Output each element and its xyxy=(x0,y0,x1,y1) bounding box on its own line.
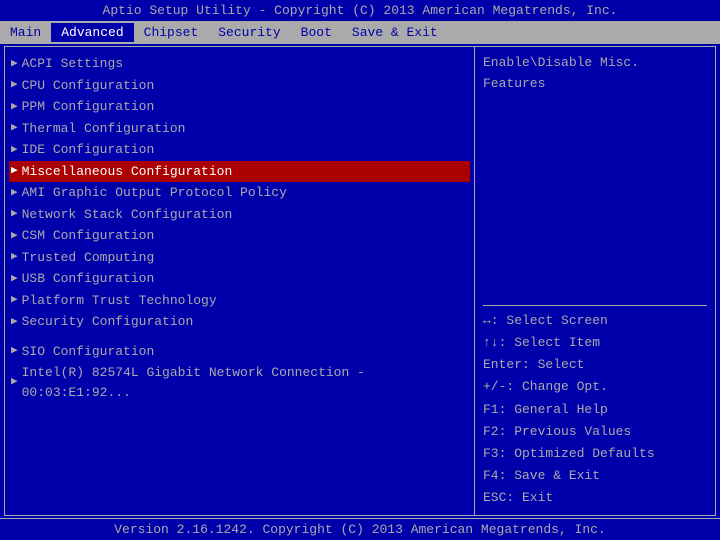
menu-entry[interactable]: ▶CPU Configuration xyxy=(9,75,470,97)
menu-entry[interactable]: ▶IDE Configuration xyxy=(9,139,470,161)
menu-entry[interactable]: ▶PPM Configuration xyxy=(9,96,470,118)
left-panel: ▶ACPI Settings▶CPU Configuration▶PPM Con… xyxy=(5,47,475,515)
menu-item-advanced[interactable]: Advanced xyxy=(51,23,133,42)
arrow-icon: ▶ xyxy=(11,56,18,73)
key-help-line: ↔: Select Screen xyxy=(483,310,707,332)
title-text: Aptio Setup Utility - Copyright (C) 2013… xyxy=(103,3,618,18)
arrow-icon: ▶ xyxy=(11,314,18,331)
right-panel: Enable\Disable Misc. Features ↔: Select … xyxy=(475,47,715,515)
arrow-icon: ▶ xyxy=(11,249,18,266)
arrow-icon: ▶ xyxy=(11,185,18,202)
entry-label: PPM Configuration xyxy=(22,97,155,117)
menu-bar: MainAdvancedChipsetSecurityBootSave & Ex… xyxy=(0,21,720,44)
menu-item-save--exit[interactable]: Save & Exit xyxy=(342,23,448,42)
arrow-icon: ▶ xyxy=(11,77,18,94)
menu-item-chipset[interactable]: Chipset xyxy=(134,23,209,42)
entry-label: Intel(R) 82574L Gigabit Network Connecti… xyxy=(22,363,468,402)
key-help-line: ↑↓: Select Item xyxy=(483,332,707,354)
entry-label: Network Stack Configuration xyxy=(22,205,233,225)
menu-entry[interactable]: ▶Intel(R) 82574L Gigabit Network Connect… xyxy=(9,362,470,403)
key-help: ↔: Select Screen↑↓: Select ItemEnter: Se… xyxy=(483,310,707,509)
entry-label: Miscellaneous Configuration xyxy=(22,162,233,182)
key-help-line: F1: General Help xyxy=(483,399,707,421)
status-text: Version 2.16.1242. Copyright (C) 2013 Am… xyxy=(114,522,605,537)
main-content: ▶ACPI Settings▶CPU Configuration▶PPM Con… xyxy=(4,46,716,516)
menu-item-boot[interactable]: Boot xyxy=(291,23,342,42)
entry-label: ACPI Settings xyxy=(22,54,123,74)
menu-entry[interactable]: ▶Network Stack Configuration xyxy=(9,204,470,226)
key-help-line: +/-: Change Opt. xyxy=(483,376,707,398)
title-bar: Aptio Setup Utility - Copyright (C) 2013… xyxy=(0,0,720,21)
arrow-icon: ▶ xyxy=(11,99,18,116)
arrow-icon: ▶ xyxy=(11,120,18,137)
menu-entry[interactable]: ▶Thermal Configuration xyxy=(9,118,470,140)
arrow-icon: ▶ xyxy=(11,292,18,309)
bios-screen: Aptio Setup Utility - Copyright (C) 2013… xyxy=(0,0,720,540)
key-help-line: F2: Previous Values xyxy=(483,421,707,443)
key-help-line: F3: Optimized Defaults xyxy=(483,443,707,465)
menu-entry[interactable]: ▶Trusted Computing xyxy=(9,247,470,269)
entry-label: Security Configuration xyxy=(22,312,194,332)
arrow-icon: ▶ xyxy=(11,343,18,360)
menu-entry[interactable]: ▶ACPI Settings xyxy=(9,53,470,75)
entry-label: SIO Configuration xyxy=(22,342,155,362)
menu-entry[interactable]: ▶CSM Configuration xyxy=(9,225,470,247)
divider xyxy=(483,305,707,306)
arrow-icon: ▶ xyxy=(11,163,18,180)
entry-label: Trusted Computing xyxy=(22,248,155,268)
menu-item-main[interactable]: Main xyxy=(0,23,51,42)
menu-entry[interactable]: ▶Platform Trust Technology xyxy=(9,290,470,312)
entry-label: Thermal Configuration xyxy=(22,119,186,139)
entry-label: CPU Configuration xyxy=(22,76,155,96)
arrow-icon: ▶ xyxy=(11,142,18,159)
menu-entry[interactable]: ▶Miscellaneous Configuration xyxy=(9,161,470,183)
entry-label: Platform Trust Technology xyxy=(22,291,217,311)
entry-label: AMI Graphic Output Protocol Policy xyxy=(22,183,287,203)
arrow-icon: ▶ xyxy=(11,228,18,245)
status-bar: Version 2.16.1242. Copyright (C) 2013 Am… xyxy=(0,518,720,540)
menu-item-security[interactable]: Security xyxy=(208,23,290,42)
arrow-icon: ▶ xyxy=(11,374,18,391)
entry-label: CSM Configuration xyxy=(22,226,155,246)
menu-entry[interactable]: ▶USB Configuration xyxy=(9,268,470,290)
arrow-icon: ▶ xyxy=(11,271,18,288)
key-help-line: Enter: Select xyxy=(483,354,707,376)
help-description: Enable\Disable Misc. Features xyxy=(483,53,707,95)
key-help-line: F4: Save & Exit xyxy=(483,465,707,487)
menu-entry[interactable]: ▶SIO Configuration xyxy=(9,341,470,363)
menu-entry[interactable]: ▶Security Configuration xyxy=(9,311,470,333)
entry-label: USB Configuration xyxy=(22,269,155,289)
arrow-icon: ▶ xyxy=(11,206,18,223)
key-help-line: ESC: Exit xyxy=(483,487,707,509)
entry-label: IDE Configuration xyxy=(22,140,155,160)
menu-entry[interactable]: ▶AMI Graphic Output Protocol Policy xyxy=(9,182,470,204)
